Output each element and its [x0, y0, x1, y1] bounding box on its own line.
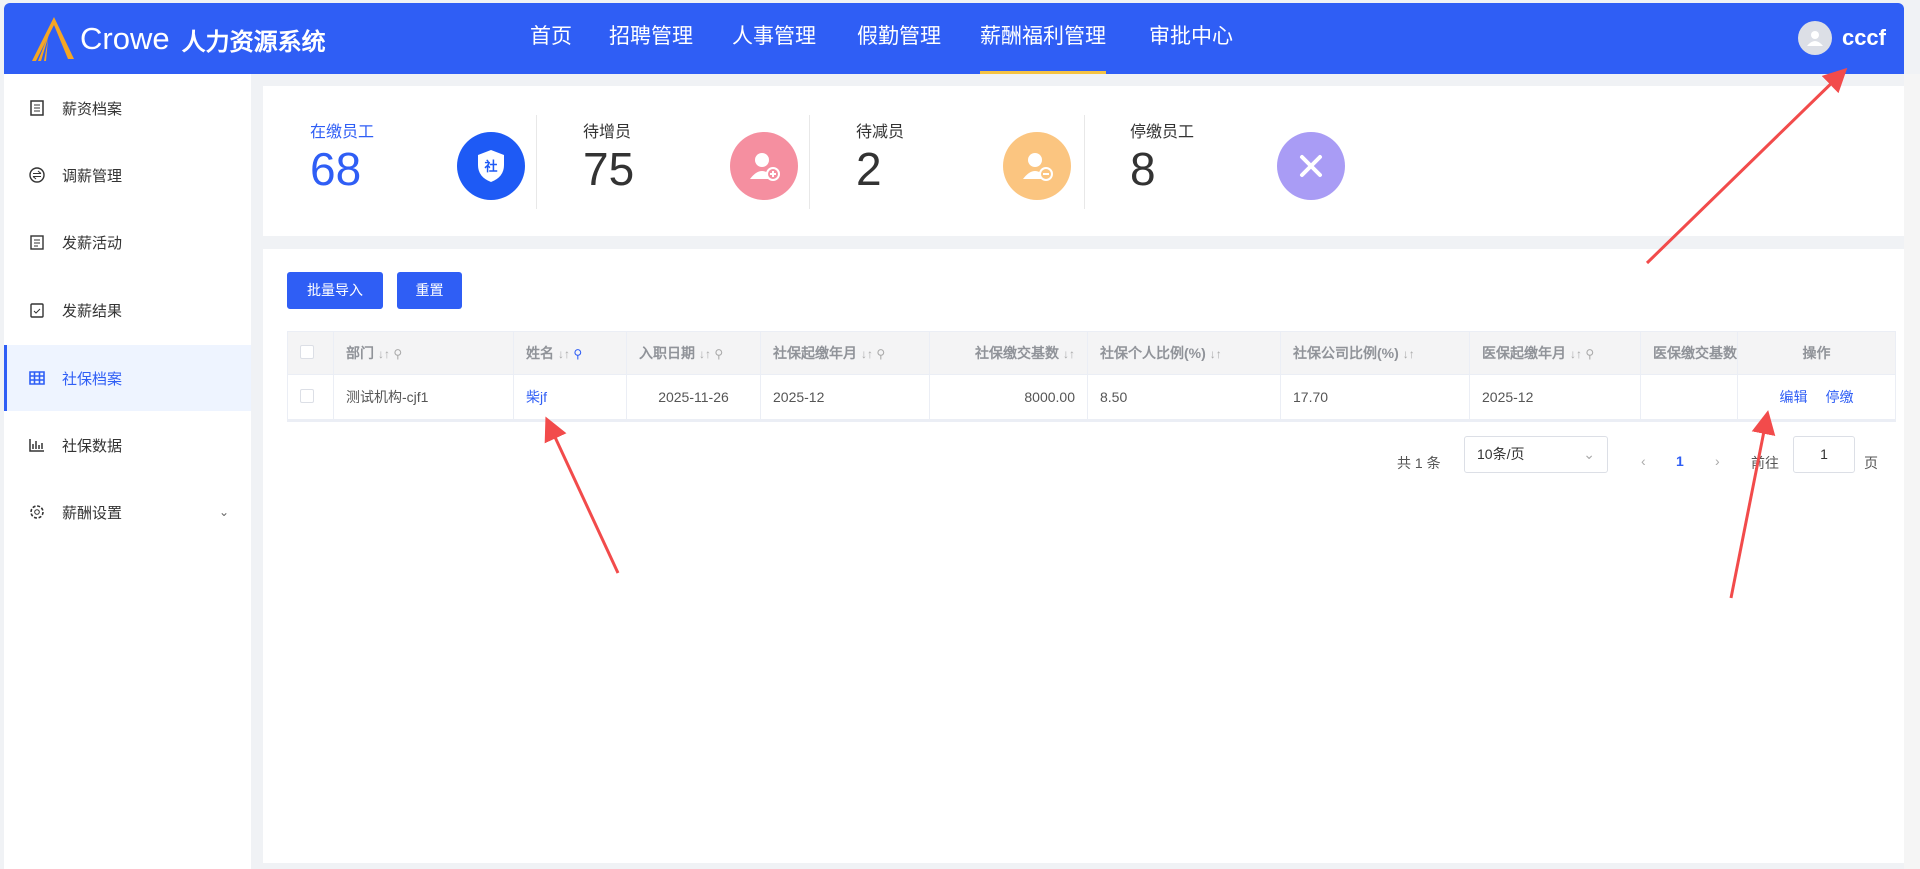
annotation-arrow	[1729, 410, 1776, 599]
annotation-arrow	[1645, 67, 1848, 265]
annotation-arrows	[544, 67, 1848, 599]
annotation-arrow	[544, 416, 620, 574]
